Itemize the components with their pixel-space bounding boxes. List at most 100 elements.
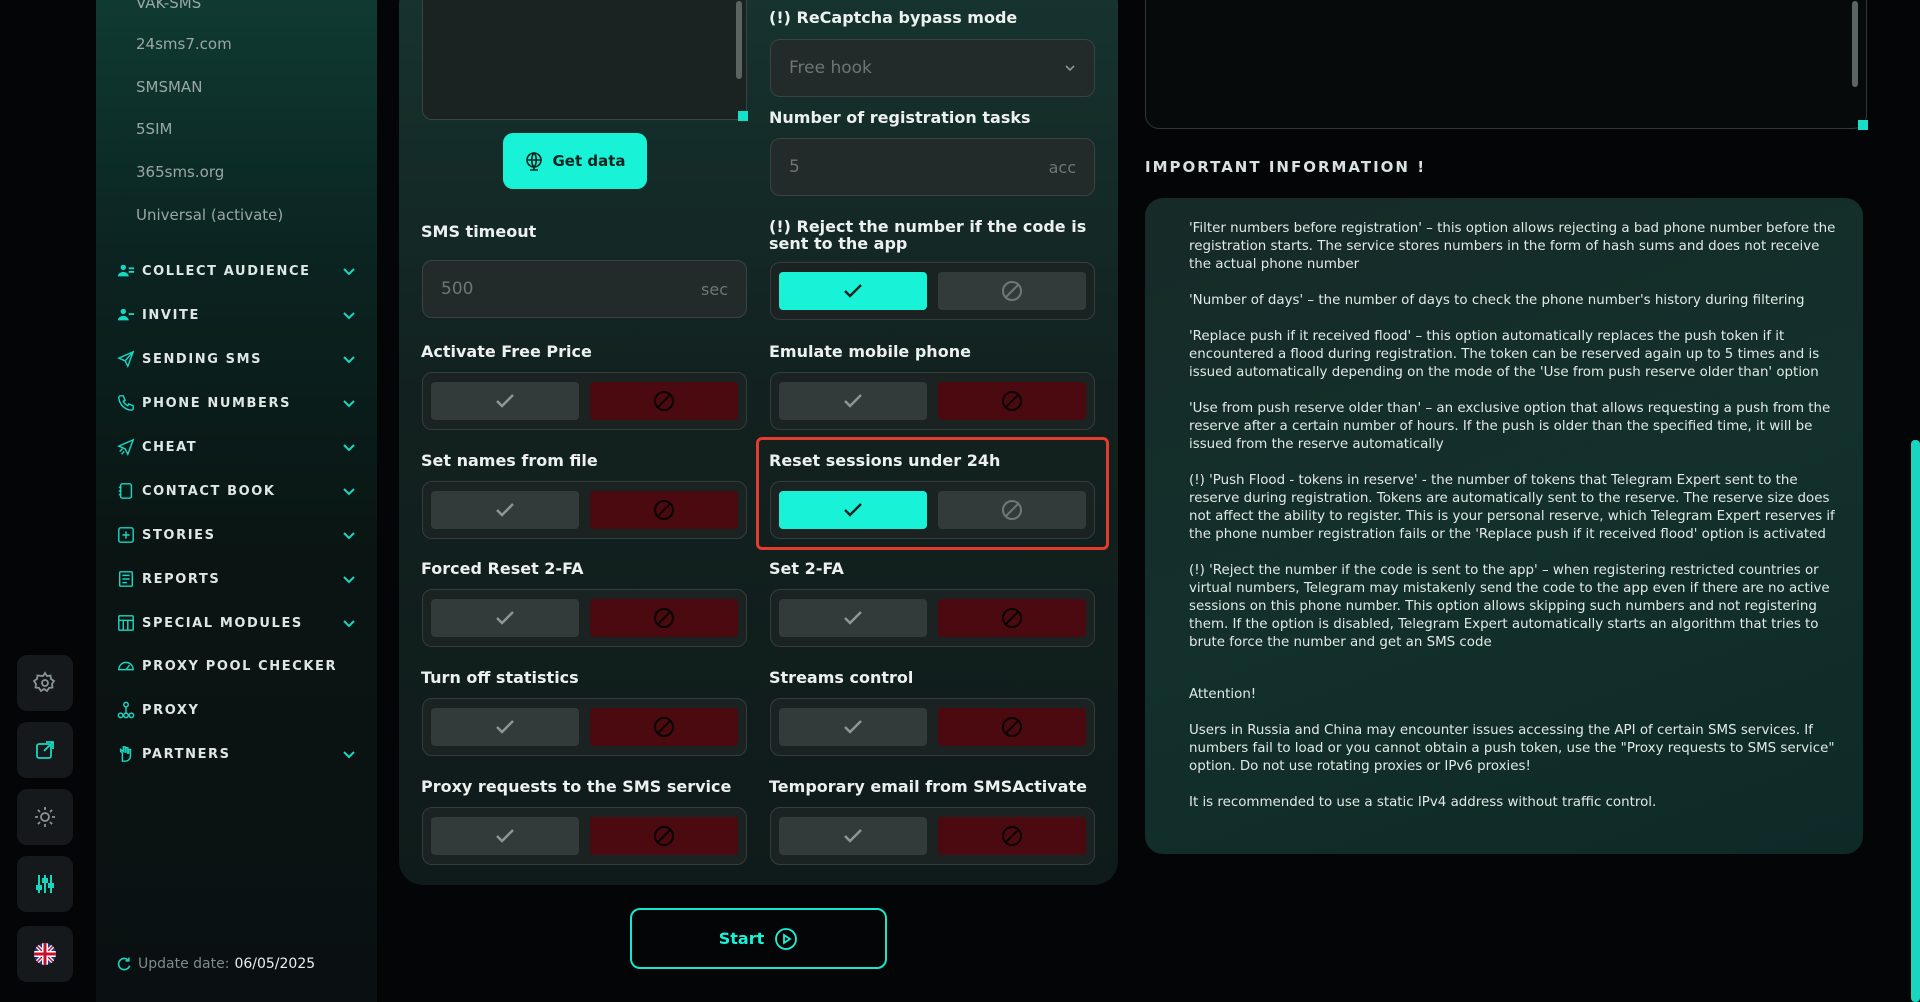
turn-off-statistics-toggle[interactable] (422, 698, 747, 756)
sidebar-item-phone-numbers[interactable]: PHONE NUMBERS (116, 391, 356, 415)
sidebar-subitem-universal[interactable]: Universal (activate) (136, 206, 283, 224)
toggle-yes-segment[interactable] (431, 817, 579, 855)
toggle-no-segment[interactable] (938, 272, 1086, 310)
language-rail-button[interactable] (17, 926, 73, 982)
sidebar-item-sending-sms[interactable]: SENDING SMS (116, 347, 356, 371)
sidebar-item-cheat[interactable]: CHEAT (116, 435, 356, 459)
user-plus-icon (117, 308, 135, 321)
toggle-no-segment[interactable] (938, 382, 1086, 420)
icon-rail (0, 0, 90, 1002)
resize-handle[interactable] (738, 111, 748, 121)
toggle-yes-segment[interactable] (779, 272, 927, 310)
toggle-yes-segment[interactable] (779, 599, 927, 637)
recaptcha-label: (!) ReCaptcha bypass mode (769, 8, 1018, 27)
toggle-no-segment[interactable] (590, 491, 738, 529)
sidebar-item-label: PARTNERS (142, 746, 231, 762)
sidebar-subitem-smsman[interactable]: SMSMAN (136, 78, 202, 96)
set-names-label: Set names from file (421, 451, 598, 470)
toggle-no-segment[interactable] (938, 817, 1086, 855)
sidebar-item-invite[interactable]: INVITE (116, 303, 356, 327)
send-boost-icon (117, 438, 135, 456)
registration-tasks-label: Number of registration tasks (769, 108, 1031, 127)
streams-control-toggle[interactable] (770, 698, 1095, 756)
check-icon (844, 829, 862, 843)
sidebar-subitem-24sms7[interactable]: 24sms7.com (136, 35, 232, 53)
proxy-requests-toggle[interactable] (422, 807, 747, 865)
sms-timeout-unit: sec (701, 279, 728, 299)
forced-reset-2fa-label: Forced Reset 2-FA (421, 559, 584, 578)
textarea-scrollbar[interactable] (736, 1, 742, 79)
set-2fa-toggle[interactable] (770, 589, 1095, 647)
activate-free-price-toggle[interactable] (422, 372, 747, 430)
start-button[interactable]: Start (630, 908, 887, 969)
external-link-icon (36, 741, 54, 759)
sidebar-item-label: REPORTS (142, 571, 221, 587)
reject-number-toggle[interactable] (770, 262, 1095, 320)
sidebar-item-proxy-pool-checker[interactable]: PROXY POOL CHECKER (116, 654, 356, 678)
sidebar-subitem-365sms[interactable]: 365sms.org (136, 163, 224, 181)
chevron-down-icon (1065, 65, 1075, 72)
turn-off-statistics-label: Turn off statistics (421, 668, 579, 687)
sidebar-item-special-modules[interactable]: SPECIAL MODULES (116, 611, 356, 635)
sidebar-subitem-5sim[interactable]: 5SIM (136, 120, 172, 138)
toggle-yes-segment[interactable] (431, 599, 579, 637)
log-textarea[interactable] (1145, 0, 1868, 130)
toggle-no-segment[interactable] (590, 817, 738, 855)
sidebar-item-contact-book[interactable]: CONTACT BOOK (116, 479, 356, 503)
activate-free-price-label: Activate Free Price (421, 342, 592, 361)
highlight-box (756, 437, 1109, 550)
toggle-yes-segment[interactable] (431, 708, 579, 746)
toggle-yes-segment[interactable] (779, 382, 927, 420)
settings-rail-button[interactable] (17, 655, 73, 711)
toggle-no-segment[interactable] (590, 599, 738, 637)
sun-icon (35, 807, 55, 827)
sms-timeout-input[interactable]: 500 sec (422, 260, 747, 318)
temporary-email-toggle[interactable] (770, 807, 1095, 865)
sidebar-item-collect-audience[interactable]: COLLECT AUDIENCE (116, 259, 356, 283)
toggle-no-segment[interactable] (938, 708, 1086, 746)
theme-rail-button[interactable] (17, 789, 73, 845)
external-link-rail-button[interactable] (17, 722, 73, 778)
chevron-down-icon (343, 532, 355, 540)
modules-icon (118, 615, 134, 631)
recaptcha-select[interactable]: Free hook (770, 39, 1095, 97)
emulate-mobile-toggle[interactable] (770, 372, 1095, 430)
resize-handle[interactable] (1858, 120, 1868, 130)
streams-control-label: Streams control (769, 668, 914, 687)
refresh-icon (117, 957, 131, 971)
ban-icon (1002, 717, 1022, 737)
toggle-no-segment[interactable] (590, 708, 738, 746)
sidebar-item-reports[interactable]: REPORTS (116, 567, 356, 591)
sidebar-item-partners[interactable]: PARTNERS (116, 742, 356, 766)
toggle-yes-segment[interactable] (431, 491, 579, 529)
network-icon (117, 701, 135, 719)
page-scrollbar[interactable] (1911, 440, 1920, 1002)
sidebar-item-stories[interactable]: STORIES (116, 523, 356, 547)
ban-icon (654, 391, 674, 411)
get-data-button[interactable]: Get data (503, 133, 647, 189)
globe-icon (526, 152, 543, 171)
toggle-no-segment[interactable] (938, 599, 1086, 637)
sidebar-subitem-vak-sms[interactable]: VAK-SMS (136, 0, 201, 12)
book-icon (118, 483, 133, 499)
recaptcha-value: Free hook (789, 58, 872, 78)
ban-icon (1002, 826, 1022, 846)
filters-rail-button[interactable] (17, 856, 73, 912)
check-icon (496, 611, 514, 625)
forced-reset-2fa-toggle[interactable] (422, 589, 747, 647)
log-scrollbar[interactable] (1852, 1, 1858, 87)
toggle-no-segment[interactable] (590, 382, 738, 420)
plus-square-icon (118, 527, 134, 543)
toggle-yes-segment[interactable] (779, 817, 927, 855)
registration-tasks-input[interactable]: 5 acc (770, 138, 1095, 196)
sidebar-item-label: PROXY POOL CHECKER (142, 658, 338, 674)
sidebar-item-label: SPECIAL MODULES (142, 615, 303, 631)
toggle-yes-segment[interactable] (779, 708, 927, 746)
set-names-toggle[interactable] (422, 481, 747, 539)
check-icon (844, 720, 862, 734)
sidebar-item-proxy[interactable]: PROXY (116, 698, 356, 722)
info-paragraph: Users in Russia and China may encounter … (1189, 723, 1835, 774)
numbers-textarea[interactable] (422, 0, 748, 121)
phone-icon (118, 395, 134, 411)
toggle-yes-segment[interactable] (431, 382, 579, 420)
